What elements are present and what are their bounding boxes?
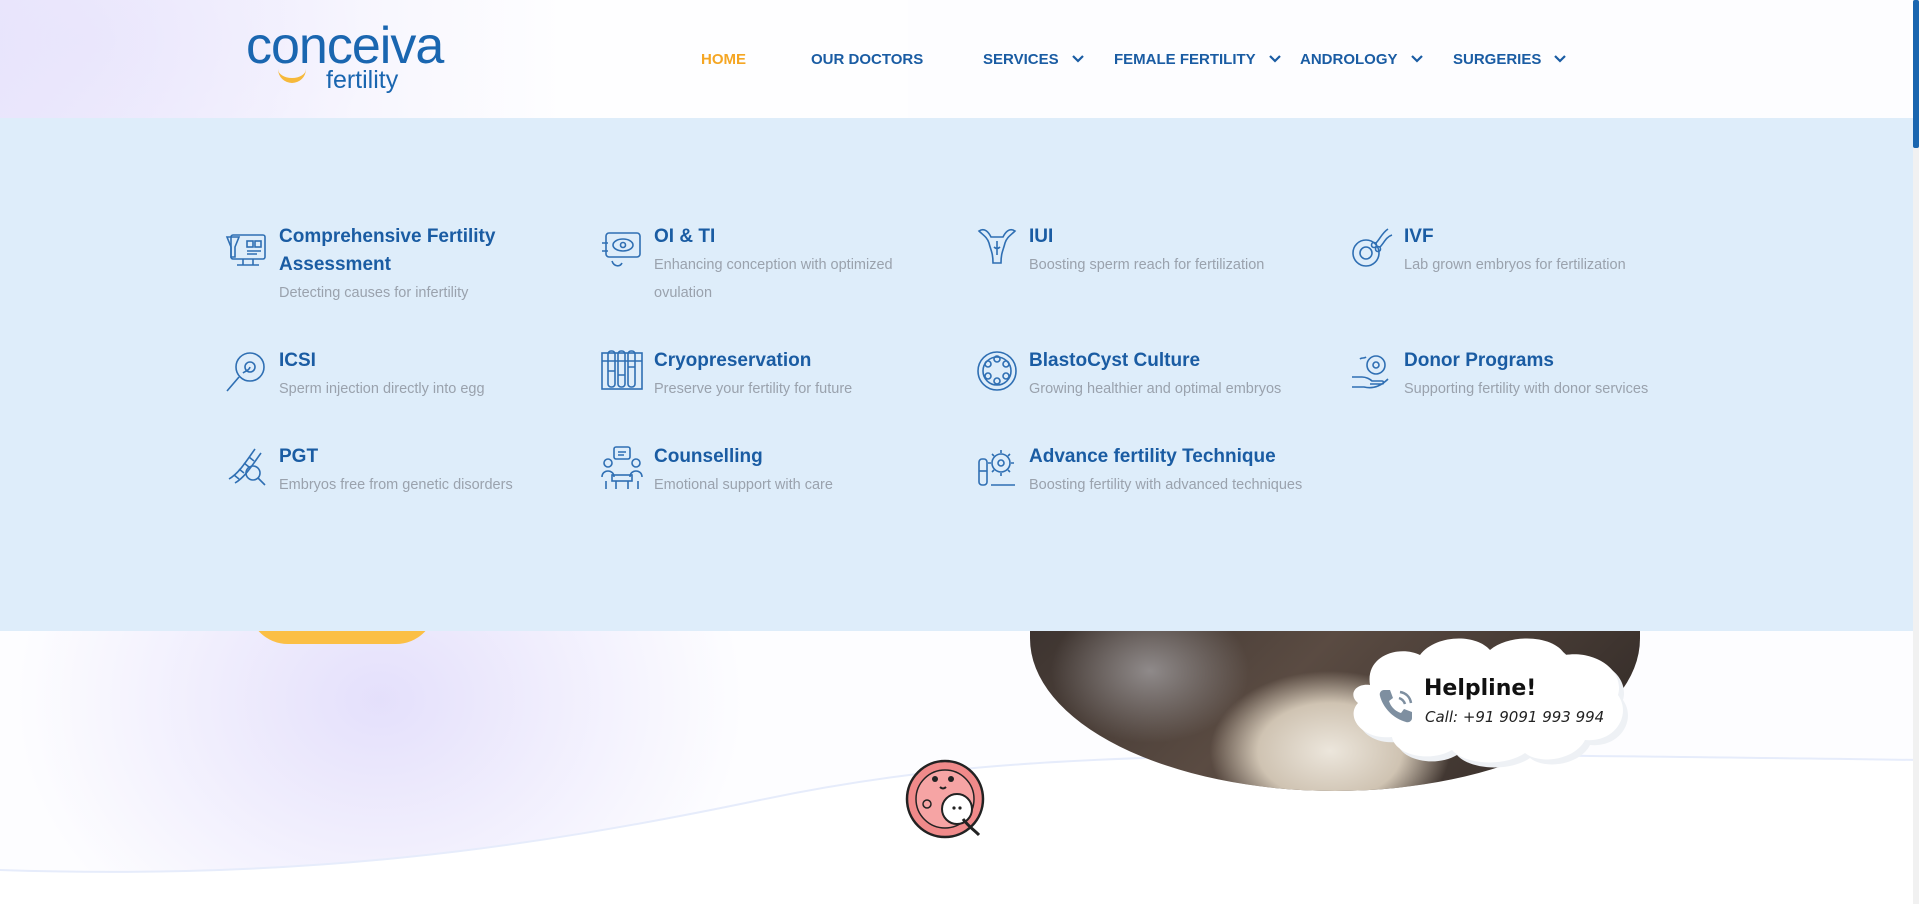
donor-hand-icon bbox=[1350, 347, 1394, 395]
service-desc: Supporting fertility with donor services bbox=[1404, 381, 1649, 397]
nav-home[interactable]: HOME bbox=[701, 49, 746, 69]
chevron-down-icon bbox=[1071, 54, 1085, 64]
nav-label: SURGERIES bbox=[1453, 50, 1542, 68]
nav-female-fertility[interactable]: FEMALE FERTILITY bbox=[1114, 49, 1282, 69]
dna-magnifier-icon bbox=[225, 443, 269, 491]
brand-logo[interactable]: conceiva fertility bbox=[246, 18, 486, 98]
counselling-icon bbox=[600, 443, 644, 491]
service-desc: Enhancing conception with optimized ovul… bbox=[654, 257, 893, 301]
chevron-down-icon bbox=[1410, 54, 1424, 64]
nav-surgeries[interactable]: SURGERIES bbox=[1453, 49, 1567, 69]
egg-mascot-icon bbox=[905, 759, 985, 839]
nav-label: ANDROLOGY bbox=[1300, 50, 1398, 68]
page-scrollbar[interactable] bbox=[1913, 0, 1919, 904]
services-mega-menu: Comprehensive Fertility Assessment Detec… bbox=[0, 118, 1913, 631]
phone-icon bbox=[1379, 690, 1413, 723]
service-title[interactable]: PGT bbox=[279, 443, 579, 471]
service-title[interactable]: IUI bbox=[1029, 223, 1329, 251]
service-title[interactable]: Cryopreservation bbox=[654, 347, 954, 375]
service-desc: Lab grown embryos for fertilization bbox=[1404, 257, 1626, 273]
service-title[interactable]: IVF bbox=[1404, 223, 1704, 251]
service-title[interactable]: OI & TI bbox=[654, 223, 954, 251]
helpline-phone[interactable]: Call: +91 9091 993 994 bbox=[1425, 708, 1604, 726]
logo-subtitle: fertility bbox=[326, 66, 399, 94]
nav-label: FEMALE FERTILITY bbox=[1114, 50, 1256, 68]
nav-label: OUR DOCTORS bbox=[811, 50, 924, 68]
nav-label: SERVICES bbox=[983, 50, 1059, 68]
service-desc: Emotional support with care bbox=[654, 477, 833, 493]
service-title[interactable]: Counselling bbox=[654, 443, 954, 471]
service-desc: Growing healthier and optimal embryos bbox=[1029, 381, 1282, 397]
service-title[interactable]: Advance fertility Technique bbox=[1029, 443, 1329, 471]
scrollbar-thumb[interactable] bbox=[1913, 0, 1919, 148]
assessment-icon bbox=[225, 223, 269, 271]
chevron-down-icon bbox=[1553, 54, 1567, 64]
injection-egg-icon bbox=[225, 347, 269, 395]
logo-smile-icon bbox=[278, 64, 306, 83]
service-title[interactable]: Donor Programs bbox=[1404, 347, 1704, 375]
nav-andrology[interactable]: ANDROLOGY bbox=[1300, 49, 1424, 69]
nav-label: HOME bbox=[701, 50, 746, 68]
chevron-down-icon bbox=[1268, 54, 1282, 64]
service-desc: Detecting causes for infertility bbox=[279, 285, 469, 301]
helpline-title: Helpline! bbox=[1424, 676, 1537, 701]
service-desc: Preserve your fertility for future bbox=[654, 381, 853, 397]
service-title[interactable]: Comprehensive Fertility Assessment bbox=[279, 223, 579, 279]
nav-our-doctors[interactable]: OUR DOCTORS bbox=[811, 49, 923, 69]
service-desc: Sperm injection directly into egg bbox=[279, 381, 485, 397]
ovulation-monitor-icon bbox=[600, 223, 644, 271]
service-desc: Boosting sperm reach for fertilization bbox=[1029, 257, 1265, 273]
service-title[interactable]: ICSI bbox=[279, 347, 579, 375]
nav-services[interactable]: SERVICES bbox=[983, 49, 1085, 69]
service-desc: Boosting fertility with advanced techniq… bbox=[1029, 477, 1303, 493]
service-desc: Embryos free from genetic disorders bbox=[279, 477, 513, 493]
gear-tube-icon bbox=[975, 443, 1019, 491]
blastocyst-icon bbox=[975, 347, 1019, 395]
test-tubes-icon bbox=[600, 347, 644, 395]
uterus-icon bbox=[975, 223, 1019, 271]
site-header: conceiva fertility HOME OUR DOCTORS SERV… bbox=[0, 0, 1913, 118]
service-title[interactable]: BlastoCyst Culture bbox=[1029, 347, 1329, 375]
sperm-egg-icon bbox=[1350, 223, 1394, 271]
